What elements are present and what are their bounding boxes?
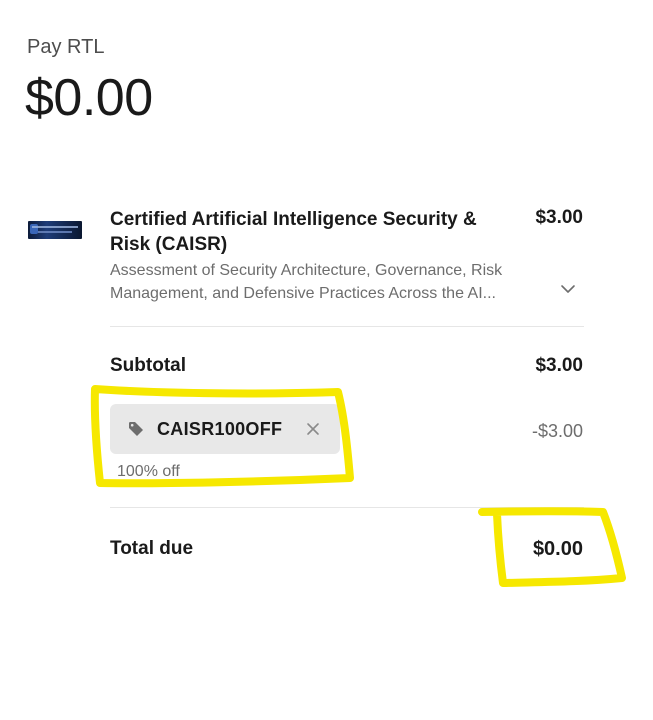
subtotal-label: Subtotal [110,355,186,376]
discount-description: 100% off [117,463,180,480]
divider [110,507,584,508]
promo-code: CAISR100OFF [157,418,283,439]
discount-value: -$3.00 [531,421,583,441]
subtotal-value: $3.00 [535,355,583,376]
product-description-line2: Management, and Defensive Practices Acro… [110,285,496,302]
product-description: Assessment of Security Architecture, Gov… [110,259,540,305]
tag-icon [129,422,143,436]
product-thumbnail [28,221,82,239]
divider [110,326,584,327]
promo-code-chip: CAISR100OFF [110,404,340,454]
chevron-down-icon[interactable] [560,283,576,295]
close-icon[interactable] [306,422,320,436]
merchant-name: Pay RTL [27,36,105,58]
product-price: $3.00 [535,207,583,228]
total-due-label: Total due [110,538,194,559]
product-name: Certified Artificial Intelligence Securi… [110,209,477,255]
amount-due: $0.00 [25,69,153,127]
product-description-line1: Assessment of Security Architecture, Gov… [110,262,503,279]
total-due-value: $0.00 [532,538,583,560]
